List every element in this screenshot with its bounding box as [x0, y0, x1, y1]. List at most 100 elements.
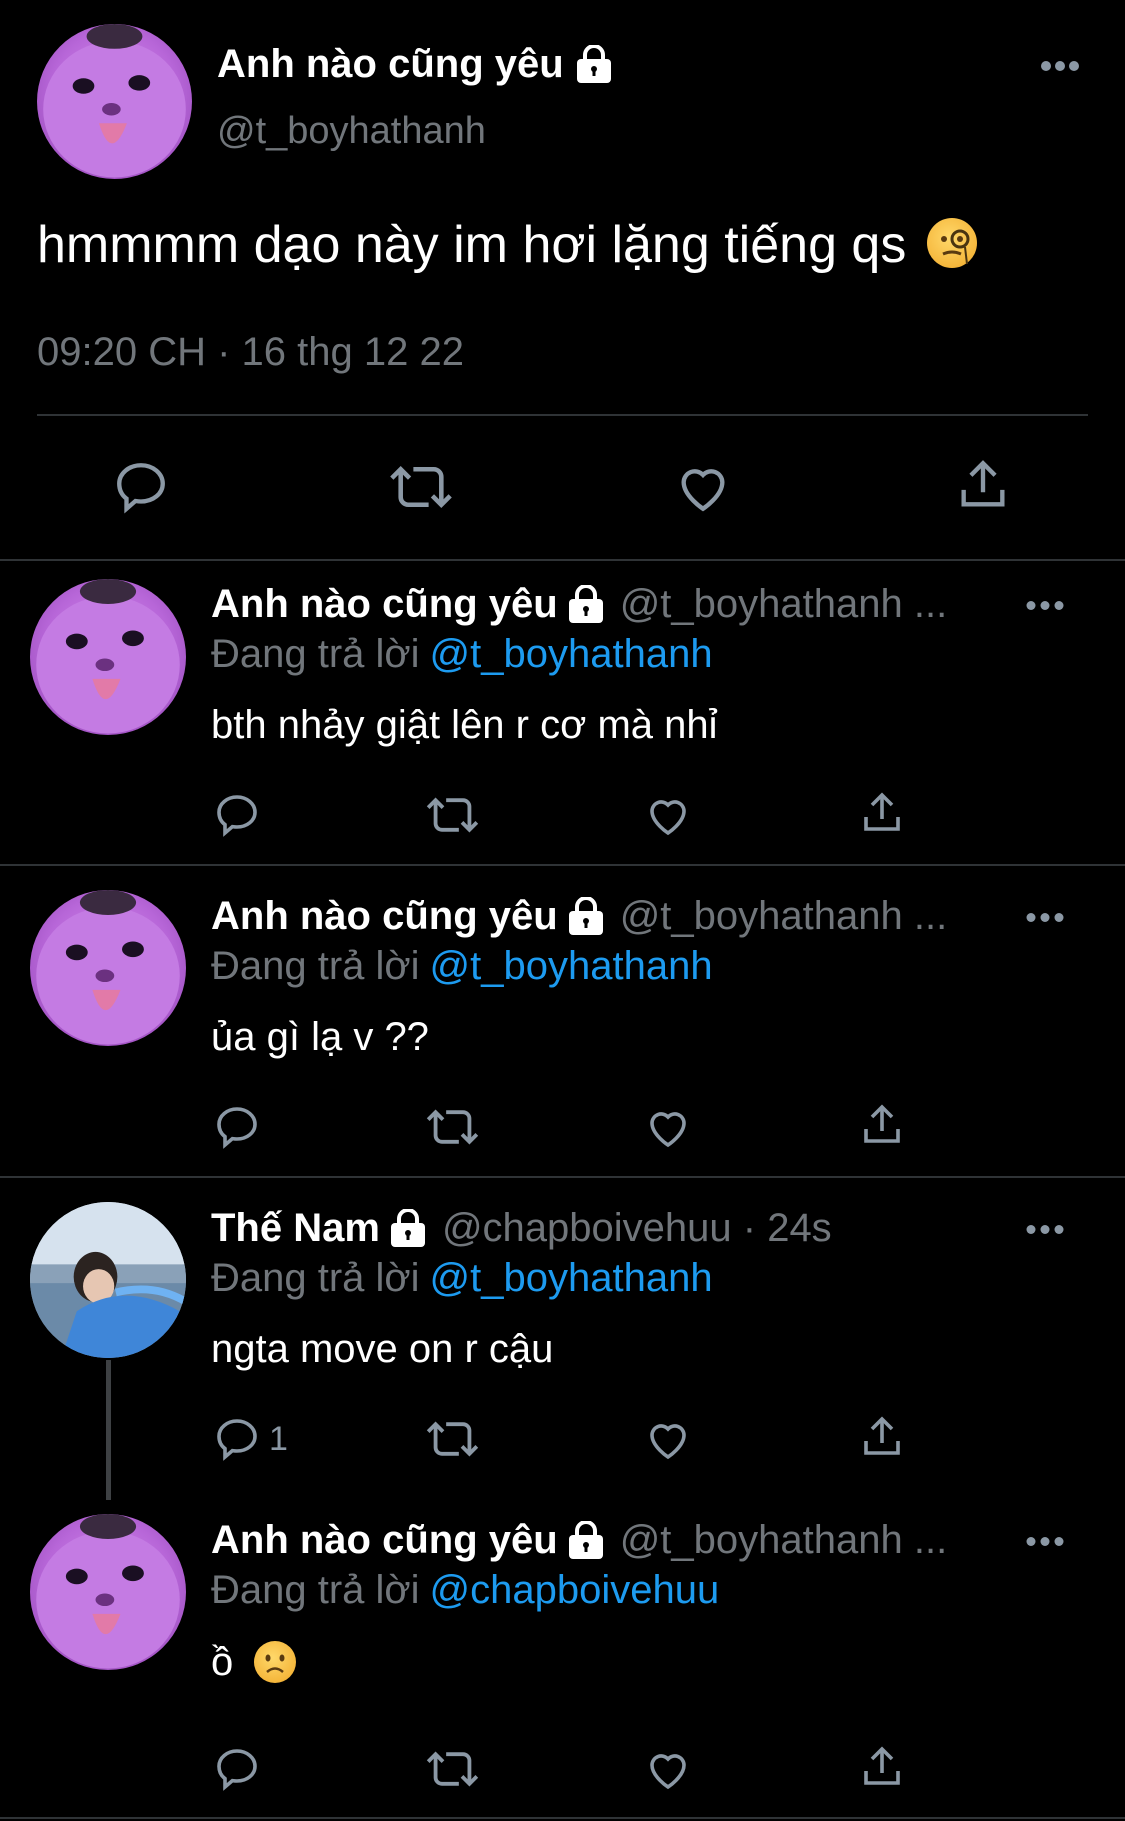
reply-button[interactable]	[213, 1745, 261, 1793]
reply-button[interactable]	[213, 791, 261, 839]
reply-button[interactable]: 1	[213, 1415, 288, 1463]
author-handle[interactable]: @t_boyhathanh	[217, 110, 486, 153]
tweet-text: ngta move on r cậu	[211, 1327, 554, 1371]
share-button[interactable]	[954, 456, 1012, 514]
retweet-icon	[426, 797, 479, 833]
divider	[0, 1817, 1125, 1819]
reply-icon	[217, 795, 257, 837]
reply-tweet: Thế Nam @chapboivehuu · 24s Đang trả lời…	[0, 1178, 1125, 1504]
reply-icon	[217, 1749, 257, 1791]
more-icon[interactable]	[1026, 1536, 1064, 1547]
thread-line	[106, 1360, 111, 1500]
mention-link[interactable]: @t_boyhathanh	[430, 944, 713, 988]
share-button[interactable]	[858, 789, 906, 837]
mention-link[interactable]: @chapboivehuu	[430, 1568, 720, 1612]
lock-icon	[388, 1207, 428, 1249]
replying-to: Đang trả lời @chapboivehuu	[211, 1568, 719, 1613]
reply-header: Anh nào cũng yêu @t_boyhathanh ...	[211, 1518, 947, 1563]
share-icon	[864, 1416, 900, 1455]
avatar[interactable]	[30, 890, 186, 1046]
share-button[interactable]	[858, 1101, 906, 1149]
retweet-button[interactable]	[425, 1745, 480, 1793]
reply-header: Anh nào cũng yêu @t_boyhathanh ...	[211, 582, 947, 627]
tweet-text: ủa gì lạ v ??	[211, 1015, 429, 1059]
like-button[interactable]	[644, 791, 692, 839]
heart-icon	[650, 1754, 686, 1790]
reply-header: Thế Nam @chapboivehuu · 24s	[211, 1206, 832, 1251]
author-name[interactable]: Anh nào cũng yêu	[211, 894, 558, 939]
avatar[interactable]	[30, 1202, 186, 1358]
retweet-button[interactable]	[425, 1415, 480, 1463]
lock-icon	[566, 895, 606, 937]
retweet-button[interactable]	[425, 791, 480, 839]
lock-icon	[574, 43, 614, 85]
reply-icon	[117, 463, 165, 514]
tweet-text: ồ	[211, 1640, 297, 1685]
tweet-text: bth nhảy giật lên r cơ mà nhỉ	[211, 703, 718, 747]
author-name[interactable]: Anh nào cũng yêu	[211, 582, 558, 627]
lock-icon	[566, 583, 606, 625]
author-name[interactable]: Anh nào cũng yêu	[217, 42, 614, 87]
mention-link[interactable]: @t_boyhathanh	[430, 632, 713, 676]
mention-link[interactable]: @t_boyhathanh	[430, 1256, 713, 1300]
reply-count: 1	[269, 1419, 288, 1458]
retweet-icon	[426, 1421, 479, 1457]
heart-icon	[650, 1424, 686, 1460]
divider	[37, 414, 1088, 416]
heart-icon	[650, 1112, 686, 1148]
share-icon	[864, 792, 900, 831]
avatar[interactable]	[30, 1514, 186, 1670]
heart-icon	[681, 469, 725, 512]
author-name-text: Anh nào cũng yêu	[217, 42, 564, 86]
share-icon	[961, 460, 1005, 507]
author-handle[interactable]: @t_boyhathanh ...	[620, 582, 948, 627]
share-icon	[864, 1746, 900, 1785]
like-button[interactable]	[644, 1745, 692, 1793]
share-icon	[864, 1104, 900, 1143]
more-icon[interactable]	[1026, 600, 1064, 611]
reply-tweet: Anh nào cũng yêu @t_boyhathanh ... Đang …	[0, 866, 1125, 1176]
share-button[interactable]	[858, 1413, 906, 1461]
author-name[interactable]: Anh nào cũng yêu	[211, 1518, 558, 1563]
replying-to: Đang trả lời @t_boyhathanh	[211, 1256, 713, 1301]
more-icon[interactable]	[1040, 60, 1080, 72]
more-icon[interactable]	[1026, 1224, 1064, 1235]
author-handle[interactable]: @t_boyhathanh ...	[620, 894, 948, 939]
share-button[interactable]	[858, 1743, 906, 1791]
lock-icon	[566, 1519, 606, 1561]
reply-icon	[217, 1107, 257, 1149]
replying-label: Đang trả lời	[211, 1256, 420, 1300]
like-button[interactable]	[674, 458, 732, 516]
more-icon[interactable]	[1026, 912, 1064, 923]
author-handle[interactable]: @t_boyhathanh ...	[620, 1518, 948, 1563]
author-handle[interactable]: @chapboivehuu · 24s	[442, 1206, 832, 1251]
retweet-button[interactable]	[388, 458, 454, 516]
monocle-face-icon	[926, 218, 977, 268]
replying-label: Đang trả lời	[211, 1568, 420, 1612]
avatar[interactable]	[37, 24, 192, 179]
replying-label: Đang trả lời	[211, 632, 420, 676]
reply-button[interactable]	[112, 458, 170, 516]
tweet-timestamp: 09:20 CH · 16 thg 12 22	[37, 330, 464, 374]
tweet-text: hmmmm dạo này im hơi lặng tiếng qs	[37, 215, 977, 275]
replying-label: Đang trả lời	[211, 944, 420, 988]
reply-button[interactable]	[213, 1103, 261, 1151]
author-name[interactable]: Thế Nam	[211, 1206, 380, 1251]
heart-icon	[650, 800, 686, 836]
retweet-icon	[390, 465, 452, 509]
replying-to: Đang trả lời @t_boyhathanh	[211, 944, 713, 989]
tweet-text-body: ồ	[211, 1640, 234, 1684]
retweet-icon	[426, 1751, 479, 1787]
like-button[interactable]	[644, 1103, 692, 1151]
reply-tweet: Anh nào cũng yêu @t_boyhathanh ... Đang …	[0, 560, 1125, 864]
reply-tweet: Anh nào cũng yêu @t_boyhathanh ... Đang …	[0, 1490, 1125, 1821]
avatar[interactable]	[30, 579, 186, 735]
reply-header: Anh nào cũng yêu @t_boyhathanh ...	[211, 894, 947, 939]
replying-to: Đang trả lời @t_boyhathanh	[211, 632, 713, 677]
like-button[interactable]	[644, 1415, 692, 1463]
main-tweet: Anh nào cũng yêu @t_boyhathanh hmmmm dạo…	[0, 0, 1125, 560]
reply-icon	[217, 1419, 257, 1461]
retweet-button[interactable]	[425, 1103, 480, 1151]
tweet-text-body: hmmmm dạo này im hơi lặng tiếng qs	[37, 216, 907, 274]
retweet-icon	[426, 1109, 479, 1145]
